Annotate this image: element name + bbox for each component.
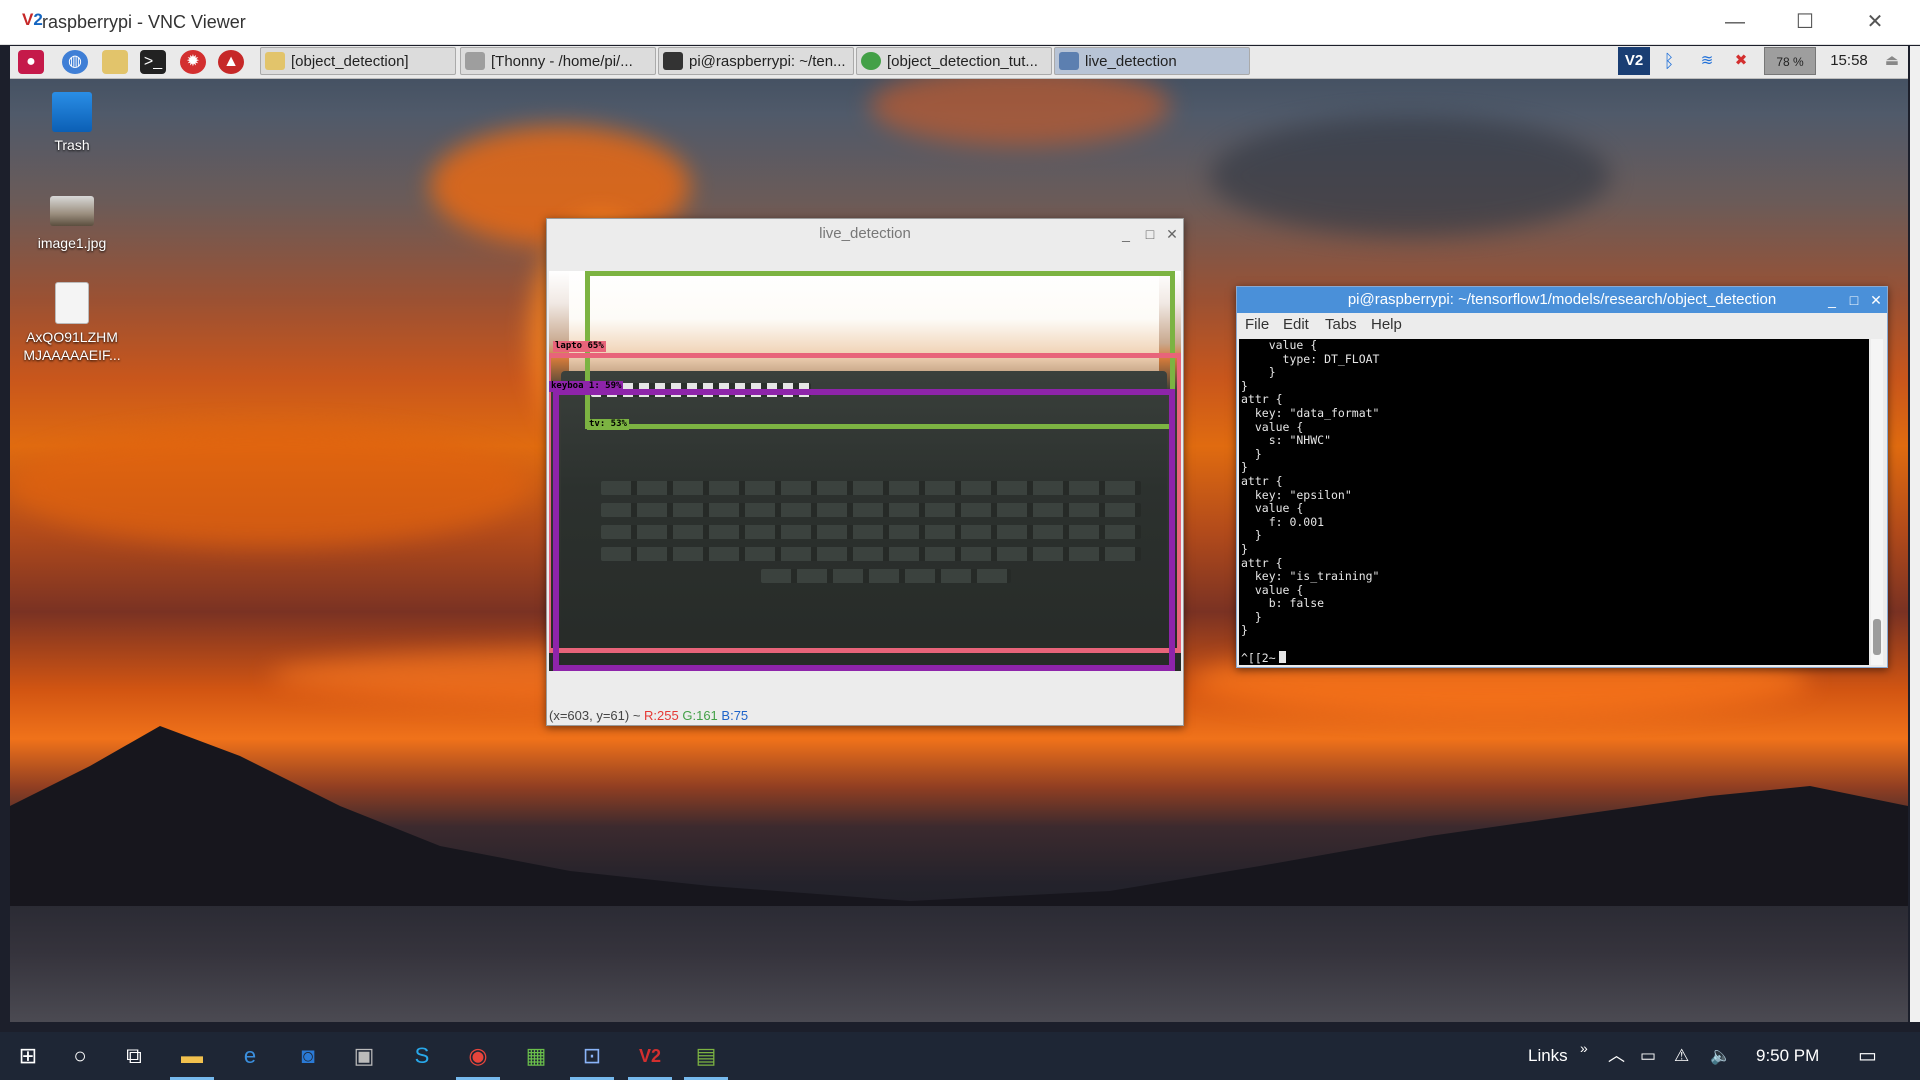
terminal-scroll-thumb[interactable] <box>1873 619 1881 655</box>
task-label: [object_detection_tut... <box>887 53 1038 70</box>
math-app-icon[interactable]: ✹ <box>180 50 206 74</box>
live-maximize-button[interactable]: □ <box>1141 225 1159 243</box>
vnc-vertical-scrollbar[interactable] <box>1910 46 1920 1022</box>
volume-icon[interactable]: 🔈 <box>1710 1032 1731 1080</box>
desktop-icon-label: image1.jpg <box>37 235 107 251</box>
internet-explorer-icon[interactable]: e <box>222 1032 278 1080</box>
vnc-close-button[interactable]: ✕ <box>1840 0 1910 44</box>
show-hidden-icons-icon[interactable]: ︿ <box>1608 1032 1625 1080</box>
thonny-icon <box>465 52 485 70</box>
power-icon[interactable]: ▭ <box>1640 1032 1656 1080</box>
volume-muted-icon[interactable]: ✖ <box>1728 47 1754 75</box>
calculator-icon[interactable]: ▣ <box>336 1032 392 1080</box>
vnc-minimize-button[interactable]: — <box>1700 0 1770 44</box>
wifi-icon[interactable]: ≋ <box>1692 47 1722 75</box>
terminal-minimize-button[interactable]: _ <box>1823 291 1841 309</box>
live-close-button[interactable]: ✕ <box>1163 225 1181 243</box>
task-object-detection-folder[interactable]: [object_detection] <box>260 47 456 75</box>
desktop-icon-label: Trash <box>54 137 90 153</box>
web-browser-icon[interactable]: ◍ <box>62 50 88 74</box>
task-object-detection-tutorial[interactable]: [object_detection_tut... <box>856 47 1052 75</box>
vnc-maximize-button[interactable]: ☐ <box>1770 0 1840 44</box>
task-view-icon[interactable]: ⧉ <box>106 1032 162 1080</box>
task-terminal[interactable]: pi@raspberrypi: ~/ten... <box>658 47 854 75</box>
pixel-status-bar: (x=603, y=61) ~ R:255 G:161 B:75 <box>549 709 1181 723</box>
live-detection-title: live_detection <box>819 225 911 242</box>
terminal-title: pi@raspberrypi: ~/tensorflow1/models/res… <box>1237 287 1887 313</box>
terminal-menu-bar: File Edit Tabs Help <box>1237 313 1887 337</box>
terminal-maximize-button[interactable]: □ <box>1845 291 1863 309</box>
file-manager-icon[interactable] <box>102 50 128 74</box>
green-app-icon[interactable]: ▦ <box>508 1032 564 1080</box>
notepad-icon[interactable]: ▤ <box>678 1032 734 1080</box>
status-red: R:255 <box>644 708 679 723</box>
task-live-detection[interactable]: live_detection <box>1054 47 1250 75</box>
raspberry-menu-icon[interactable]: ● <box>18 50 44 74</box>
task-thonny[interactable]: [Thonny - /home/pi/... <box>460 47 656 75</box>
globe-icon <box>861 52 881 70</box>
eject-icon[interactable]: ⏏ <box>1880 47 1904 75</box>
vnc-title-bar <box>0 0 1920 45</box>
task-label: [object_detection] <box>291 53 409 70</box>
menu-file[interactable]: File <box>1245 313 1269 337</box>
window-icon <box>1059 52 1079 70</box>
desktop-icon-trash[interactable]: Trash <box>22 92 122 154</box>
image-file-icon <box>55 282 89 324</box>
trash-icon <box>52 92 92 132</box>
terminal-launcher-icon[interactable]: >_ <box>140 50 166 74</box>
terminal-window: pi@raspberrypi: ~/tensorflow1/models/res… <box>1236 286 1888 668</box>
windows-start-icon[interactable]: ⊞ <box>0 1032 56 1080</box>
windows-clock[interactable]: 9:50 PM <box>1756 1032 1819 1080</box>
terminal-output[interactable]: value { type: DT_FLOAT } } attr { key: "… <box>1239 339 1869 665</box>
menu-tabs[interactable]: Tabs <box>1325 313 1357 337</box>
detection-label-laptop: lapto 65% <box>553 341 606 352</box>
wolfram-icon[interactable]: ▲ <box>218 50 244 74</box>
terminal-close-button[interactable]: ✕ <box>1867 291 1885 309</box>
vnc-server-icon[interactable]: V2 <box>1618 47 1650 75</box>
links-expand-icon[interactable]: » <box>1580 1024 1588 1072</box>
status-blue: B:75 <box>721 708 749 723</box>
chrome-icon[interactable]: ◉ <box>450 1032 506 1080</box>
desktop-icon-image1[interactable]: image1.jpg <box>22 190 122 252</box>
menu-help[interactable]: Help <box>1371 313 1402 337</box>
terminal-text: value { type: DT_FLOAT } } attr { key: "… <box>1241 339 1380 665</box>
detection-box-keyboard <box>553 389 1175 671</box>
desktop-icon-image-file[interactable]: AxQO91LZHM MJAAAAAEIF... <box>22 282 122 364</box>
status-coords: (x=603, y=61) ~ <box>549 708 645 723</box>
live-minimize-button[interactable]: _ <box>1117 225 1135 243</box>
cortana-icon[interactable]: ○ <box>52 1032 108 1080</box>
bluetooth-icon[interactable]: ᛒ <box>1656 47 1682 75</box>
menu-edit[interactable]: Edit <box>1283 313 1309 337</box>
task-label: live_detection <box>1085 53 1177 70</box>
pi-clock: 15:58 <box>1830 52 1868 69</box>
lake-water <box>10 906 1908 1022</box>
camera-feed: lapto 65% keyboa 1: 59% tv: 53% <box>549 271 1181 671</box>
network-app-icon[interactable]: ⊡ <box>564 1032 620 1080</box>
task-label: pi@raspberrypi: ~/ten... <box>689 53 846 70</box>
file-explorer-icon[interactable]: ▬ <box>164 1032 220 1080</box>
live-detection-window: live_detection _ □ ✕ lapto 65% keyboa 1:… <box>546 218 1184 726</box>
terminal-scrollbar[interactable] <box>1871 339 1883 665</box>
image-thumbnail-icon <box>50 196 94 226</box>
action-center-icon[interactable]: ▭ <box>1858 1032 1877 1080</box>
vnc-window-title: raspberrypi - VNC Viewer <box>42 12 246 32</box>
terminal-icon <box>663 52 683 70</box>
desktop-icon-label: AxQO91LZHM MJAAAAAEIF... <box>23 329 121 363</box>
battery-indicator: 78 % <box>1764 47 1816 75</box>
links-toolbar[interactable]: Links <box>1528 1032 1568 1080</box>
outlook-icon[interactable]: ◙ <box>280 1032 336 1080</box>
network-icon[interactable]: ⚠ <box>1674 1032 1689 1080</box>
detection-label-keyboard: keyboa 1: 59% <box>549 381 624 392</box>
task-label: [Thonny - /home/pi/... <box>491 53 633 70</box>
terminal-cursor <box>1279 651 1286 663</box>
folder-icon <box>265 52 285 70</box>
skype-icon[interactable]: S <box>394 1032 450 1080</box>
vnc-viewer-taskbar-icon[interactable]: V2 <box>622 1032 678 1080</box>
detection-label-tv: tv: 53% <box>587 419 629 430</box>
status-green: G:161 <box>682 708 718 723</box>
